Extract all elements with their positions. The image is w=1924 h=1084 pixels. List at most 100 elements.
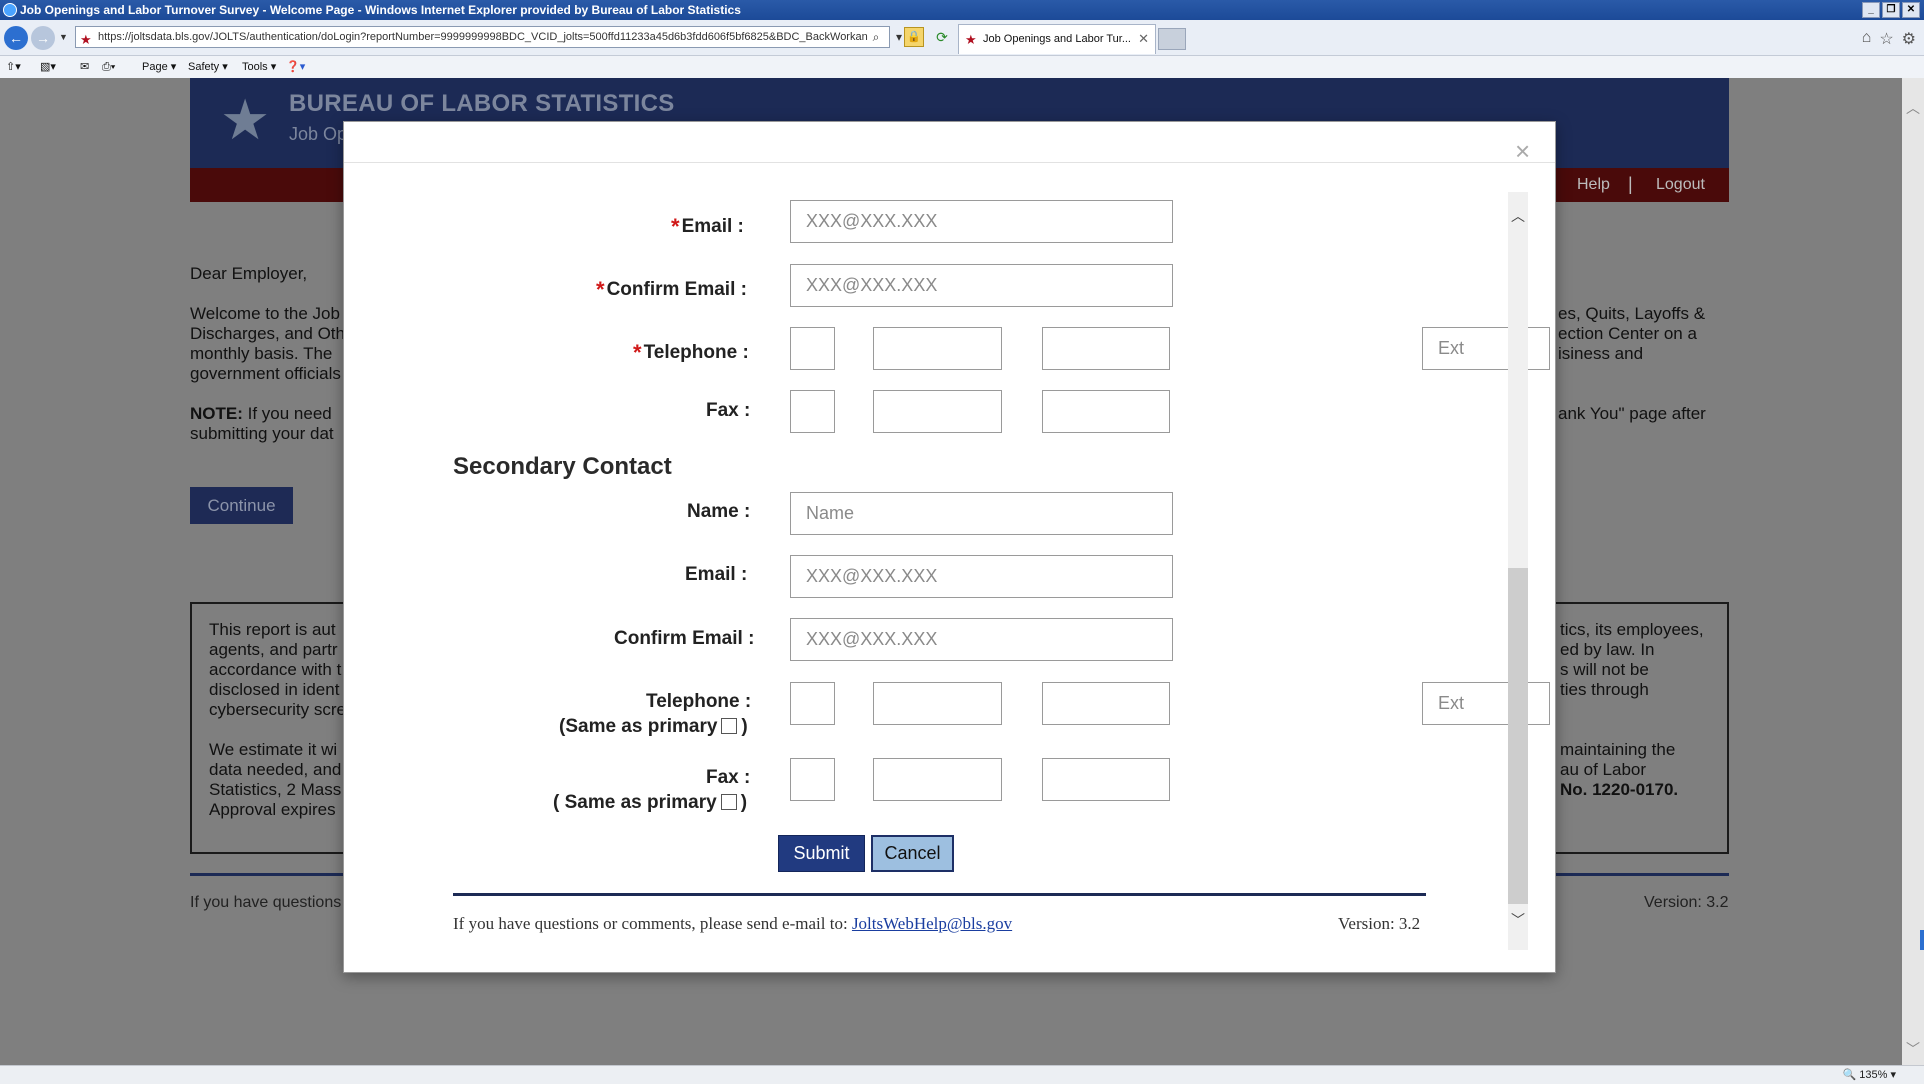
modal-scroll-thumb[interactable] <box>1508 568 1528 904</box>
site-subtitle: Job Op <box>289 124 348 144</box>
minimize-button[interactable]: _ <box>1862 2 1880 18</box>
telephone-line-field[interactable] <box>1042 327 1170 370</box>
name-label: Name : <box>687 501 751 522</box>
history-dropdown-icon[interactable]: ▼ <box>59 32 68 42</box>
command-bar: ⇧▾ ▧▾ ✉ ⎙▾ Page ▾ Safety ▾ Tools ▾ ❓▾ <box>0 56 1924 78</box>
forward-button[interactable]: → <box>31 26 55 50</box>
secondary-fax-prefix-field[interactable] <box>873 758 1002 801</box>
fax-area-field[interactable] <box>790 390 835 433</box>
welcome-text-left: Welcome to the Job Discharges, and Oth m… <box>190 304 345 384</box>
modal-scrollbar[interactable]: ︿ ﹀ <box>1508 192 1528 950</box>
feeds-icon[interactable]: ▧▾ <box>40 56 56 78</box>
back-button[interactable]: ← <box>4 26 28 50</box>
secondary-name-field[interactable] <box>790 492 1173 535</box>
telephone-area-field[interactable] <box>790 327 835 370</box>
close-icon[interactable]: × <box>1515 138 1530 164</box>
url-field[interactable]: ★ https://joltsdata.bls.gov/JOLTS/authen… <box>75 26 890 48</box>
same-as-primary-fax-checkbox[interactable] <box>720 794 737 810</box>
secondary-fax-area-field[interactable] <box>790 758 835 801</box>
required-mark: * <box>596 277 605 302</box>
add-favorite-icon[interactable]: ⇧▾ <box>6 56 21 78</box>
nav-logout-link[interactable]: Logout <box>1656 176 1705 194</box>
help-icon[interactable]: ❓▾ <box>286 56 305 78</box>
nav-help-link[interactable]: Help <box>1577 176 1610 194</box>
welcome-line: es, Quits, Layoffs & <box>1558 304 1706 323</box>
page-scrollbar[interactable]: ︿ ﹀ <box>1902 78 1924 1065</box>
confirm-email-field[interactable] <box>790 264 1173 307</box>
notice-line: maintaining the <box>1560 740 1676 759</box>
ie-icon <box>3 3 17 17</box>
notice-line: accordance with t <box>209 660 342 679</box>
same-as-primary-tel-checkbox[interactable] <box>721 718 738 734</box>
favorites-star-icon[interactable]: ☆ <box>1879 29 1893 49</box>
secondary-confirm-email-field[interactable] <box>790 618 1173 661</box>
chevron-up-icon[interactable]: ︿ <box>1511 206 1525 226</box>
zoom-text: 135% <box>1859 1069 1888 1081</box>
secondary-telephone-ext-field[interactable] <box>1422 682 1550 725</box>
chevron-down-icon[interactable]: ﹀ <box>1511 910 1525 930</box>
bls-star-logo-icon: ★ <box>220 88 271 151</box>
safety-menu[interactable]: Safety ▾ <box>188 56 228 78</box>
close-window-button[interactable]: ✕ <box>1902 2 1920 18</box>
secondary-fax-label: Fax : <box>706 767 751 788</box>
same-as-primary-fax-text: ( Same as primary <box>553 792 717 813</box>
submit-button[interactable]: Submit <box>778 835 865 872</box>
window-title: Job Openings and Labor Turnover Survey -… <box>20 3 741 17</box>
secondary-email-label: Email : <box>685 564 748 585</box>
notice-line: cybersecurity scre <box>209 700 346 719</box>
help-email-link[interactable]: JoltsWebHelp@bls.gov <box>852 914 1012 933</box>
secondary-fax-line-field[interactable] <box>1042 758 1170 801</box>
secondary-telephone-label: Telephone : <box>646 691 752 712</box>
welcome-text-right: es, Quits, Layoffs & ection Center on a … <box>1558 304 1705 364</box>
page-menu-label: Page <box>142 61 168 73</box>
continue-button[interactable]: Continue <box>190 487 293 524</box>
tab-close-icon[interactable]: ✕ <box>1138 25 1149 53</box>
fax-prefix-field[interactable] <box>873 390 1002 433</box>
restore-button[interactable]: ❐ <box>1882 2 1900 18</box>
scroll-up-icon[interactable]: ︿ <box>1906 98 1920 118</box>
required-mark: * <box>671 214 680 239</box>
telephone-ext-field[interactable] <box>1422 327 1550 370</box>
cancel-button[interactable]: Cancel <box>871 835 954 872</box>
fax-line-field[interactable] <box>1042 390 1170 433</box>
tools-menu[interactable]: Tools ▾ <box>242 56 276 78</box>
scroll-down-icon[interactable]: ﹀ <box>1906 1039 1920 1059</box>
search-icon[interactable]: ⌕ <box>866 27 886 47</box>
secondary-email-field[interactable] <box>790 555 1173 598</box>
scroll-marker <box>1920 930 1924 950</box>
window-titlebar: Job Openings and Labor Turnover Survey -… <box>0 0 1924 20</box>
modal-footer-rule <box>453 893 1426 896</box>
refresh-icon[interactable]: ⟳ <box>932 27 952 47</box>
tab-label: Job Openings and Labor Tur... <box>983 33 1131 45</box>
page-menu[interactable]: Page ▾ <box>142 56 176 78</box>
mail-icon[interactable]: ✉ <box>80 56 89 78</box>
welcome-line: isiness and <box>1558 344 1644 363</box>
same-as-primary-tel-text: (Same as primary <box>559 716 718 737</box>
notice-line: Statistics, 2 Mass <box>209 780 342 799</box>
home-icon[interactable]: ⌂ <box>1862 29 1872 49</box>
email-field[interactable] <box>790 200 1173 243</box>
url-text: https://joltsdata.bls.gov/JOLTS/authenti… <box>98 31 868 43</box>
modal-header-divider <box>344 162 1555 163</box>
secondary-telephone-area-field[interactable] <box>790 682 835 725</box>
note-text-left: NOTE: If you need submitting your dat <box>190 404 334 444</box>
notice-line: Approval expires <box>209 800 336 819</box>
gear-icon[interactable]: ⚙ <box>1902 29 1916 49</box>
bls-favicon-icon: ★ <box>80 32 92 47</box>
new-tab-button[interactable] <box>1158 28 1186 50</box>
secondary-telephone-prefix-field[interactable] <box>873 682 1002 725</box>
modal-footer-message: If you have questions or comments, pleas… <box>453 914 852 933</box>
close-paren: ) <box>740 792 748 813</box>
lock-icon[interactable]: 🔒 <box>904 27 924 47</box>
modal-version: Version: 3.2 <box>1338 914 1421 933</box>
tab-jolts[interactable]: ★ Job Openings and Labor Tur... ✕ <box>958 24 1156 54</box>
welcome-line: government officials <box>190 364 341 383</box>
telephone-prefix-field[interactable] <box>873 327 1002 370</box>
welcome-line: Welcome to the Job <box>190 304 340 323</box>
zoom-level[interactable]: 🔍 135% ▾ <box>1843 1068 1896 1081</box>
print-icon[interactable]: ⎙▾ <box>102 56 115 78</box>
secondary-telephone-line-field[interactable] <box>1042 682 1170 725</box>
nav-separator: | <box>1628 174 1633 194</box>
welcome-line: ection Center on a <box>1558 324 1697 343</box>
notice-line: s will not be <box>1560 660 1649 679</box>
